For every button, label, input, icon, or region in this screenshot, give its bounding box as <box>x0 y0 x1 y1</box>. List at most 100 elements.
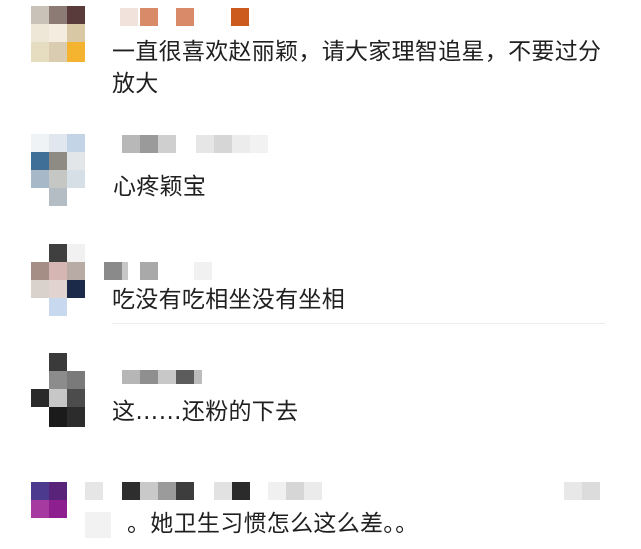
username-blurred[interactable] <box>120 8 260 26</box>
avatar[interactable] <box>31 6 85 62</box>
username-pixel <box>268 482 286 500</box>
avatar-pixel <box>67 6 85 24</box>
username-pixel <box>122 482 140 500</box>
username-pixel <box>194 370 202 384</box>
username-pixel <box>582 482 600 500</box>
avatar-pixel <box>31 389 49 407</box>
avatar-pixel <box>67 24 85 42</box>
avatar-pixel <box>31 244 49 262</box>
username-blurred[interactable] <box>122 135 272 153</box>
username-pixel <box>196 135 214 153</box>
username-pixel <box>122 135 140 153</box>
avatar-pixel <box>31 482 49 500</box>
avatar-pixel <box>31 134 49 152</box>
username-pixel <box>232 482 250 500</box>
avatar-pixel <box>67 371 85 389</box>
avatar-pixel <box>67 134 85 152</box>
comment-item: 心疼颖宝 <box>0 120 641 220</box>
username-pixel <box>140 8 158 26</box>
avatar-pixel <box>49 500 67 518</box>
username-pixel <box>194 262 212 280</box>
comment-item: 这……还粉的下去 <box>0 345 641 445</box>
avatar-pixel <box>31 353 49 371</box>
comment-text: 这……还粉的下去 <box>112 399 299 425</box>
avatar-pixel <box>49 262 67 280</box>
username-pixel <box>304 482 322 500</box>
avatar-pixel <box>67 42 85 62</box>
comment-item: 吃没有吃相坐没有坐相 <box>0 232 641 332</box>
username-pixel <box>231 8 249 26</box>
avatar-pixel <box>49 188 67 206</box>
comment-text: 心疼颖宝 <box>113 174 207 200</box>
comment-text: 吃没有吃相坐没有坐相 <box>112 287 345 313</box>
avatar-pixel <box>67 170 85 188</box>
avatar-pixel <box>49 244 67 262</box>
comment-item: 。她卫生习惯怎么这么差。。 <box>0 470 641 549</box>
avatar-pixel <box>67 262 85 280</box>
avatar-pixel <box>67 389 85 407</box>
avatar[interactable] <box>31 482 67 518</box>
avatar[interactable] <box>31 134 85 206</box>
username-pixel <box>104 262 122 280</box>
username-pixel <box>158 482 176 500</box>
avatar-pixel <box>31 280 49 298</box>
username-blurred[interactable] <box>122 370 212 384</box>
avatar-pixel <box>31 298 49 316</box>
username-pixel <box>85 482 103 500</box>
avatar-pixel <box>49 371 67 389</box>
avatar-pixel <box>49 134 67 152</box>
username-pixel <box>122 262 128 280</box>
avatar-pixel <box>31 371 49 389</box>
avatar[interactable] <box>31 244 85 316</box>
avatar-pixel <box>67 188 85 206</box>
username-pixel <box>122 370 140 384</box>
username-pixel <box>214 482 232 500</box>
avatar-pixel <box>67 407 85 427</box>
avatar[interactable] <box>31 353 85 427</box>
username-pixel <box>176 370 194 384</box>
avatar-pixel <box>31 407 49 427</box>
avatar-pixel <box>49 280 67 298</box>
avatar-pixel <box>67 152 85 170</box>
avatar-pixel <box>49 407 67 427</box>
avatar-pixel <box>49 298 67 316</box>
username-pixel <box>140 262 158 280</box>
username-pixel <box>140 482 158 500</box>
avatar-pixel <box>49 170 67 188</box>
avatar-pixel <box>31 170 49 188</box>
avatar-pixel <box>67 280 85 298</box>
username-pixel <box>250 135 268 153</box>
username-pixel <box>214 135 232 153</box>
username-pixel <box>140 135 158 153</box>
username-pixel <box>158 135 176 153</box>
username-pixel <box>120 8 138 26</box>
avatar-pixel <box>67 298 85 316</box>
comment-item: 一直很喜欢赵丽颖，请大家理智追星，不要过分放大 <box>0 0 641 120</box>
avatar-pixel <box>31 42 49 62</box>
avatar-pixel <box>31 6 49 24</box>
username-pixel <box>176 482 194 500</box>
username-pixel <box>232 135 250 153</box>
avatar-pixel <box>49 42 67 62</box>
avatar-pixel <box>49 389 67 407</box>
avatar-pixel <box>67 353 85 371</box>
avatar-pixel <box>49 482 67 500</box>
avatar-pixel <box>49 6 67 24</box>
avatar-pixel <box>49 152 67 170</box>
comment-text: 一直很喜欢赵丽颖，请大家理智追星，不要过分放大 <box>112 39 602 97</box>
username-pixel <box>140 370 158 384</box>
avatar-pixel <box>67 244 85 262</box>
username-pixel <box>85 512 111 538</box>
divider <box>112 323 605 324</box>
comment-text: 。她卫生习惯怎么这么差。。 <box>127 511 419 537</box>
avatar-pixel <box>49 353 67 371</box>
avatar-pixel <box>31 262 49 280</box>
avatar-pixel <box>31 152 49 170</box>
avatar-pixel <box>49 24 67 42</box>
avatar-pixel <box>31 188 49 206</box>
username-pixel <box>286 482 304 500</box>
avatar-pixel <box>31 24 49 42</box>
username-pixel <box>564 482 582 500</box>
username-pixel <box>158 370 176 384</box>
username-blurred[interactable] <box>104 262 224 280</box>
